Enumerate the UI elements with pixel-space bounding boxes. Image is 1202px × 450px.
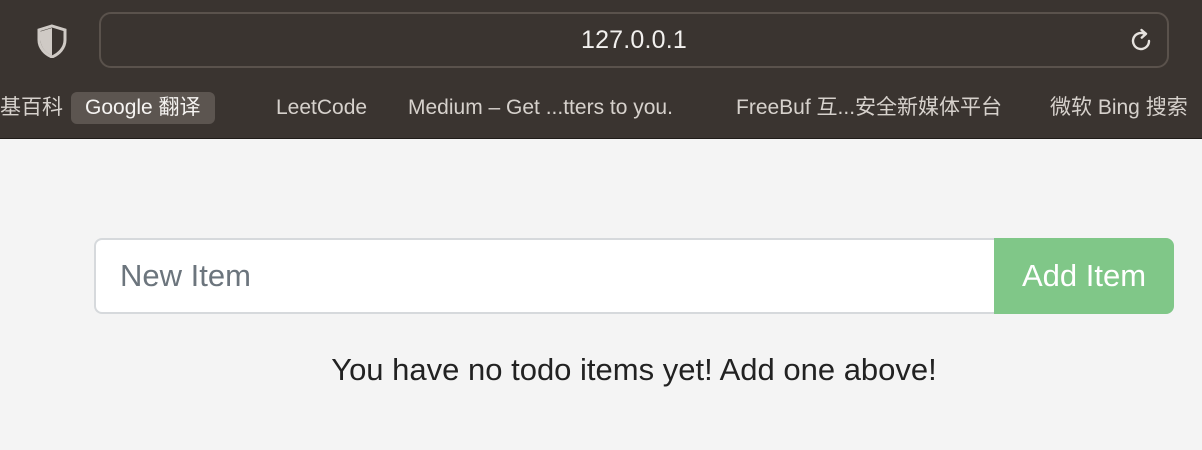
add-item-form: Add Item bbox=[94, 238, 1174, 314]
bookmark-medium[interactable]: Medium – Get ...tters to you. bbox=[394, 92, 687, 124]
page-content: Add Item You have no todo items yet! Add… bbox=[0, 140, 1202, 450]
add-item-button[interactable]: Add Item bbox=[994, 238, 1174, 314]
reload-icon[interactable] bbox=[1127, 27, 1155, 55]
bookmarks-bar: 基百科 Google 翻译 LeetCode Medium – Get ...t… bbox=[0, 88, 1202, 128]
bookmark-wikipedia[interactable]: 基百科 bbox=[0, 92, 77, 124]
empty-state-message: You have no todo items yet! Add one abov… bbox=[331, 352, 937, 387]
browser-toolbar: 127.0.0.1 基百科 Google 翻译 LeetCode Medium … bbox=[0, 0, 1202, 139]
bookmark-google-translate[interactable]: Google 翻译 bbox=[71, 92, 215, 124]
shield-icon[interactable] bbox=[36, 24, 68, 59]
bookmark-bing[interactable]: 微软 Bing 搜索 bbox=[1036, 92, 1202, 124]
url-text: 127.0.0.1 bbox=[580, 25, 688, 54]
bookmark-freebuf[interactable]: FreeBuf 互...安全新媒体平台 bbox=[722, 92, 1016, 124]
address-bar[interactable]: 127.0.0.1 bbox=[99, 12, 1169, 68]
new-item-input[interactable] bbox=[94, 238, 994, 314]
bookmark-leetcode[interactable]: LeetCode bbox=[262, 92, 381, 124]
